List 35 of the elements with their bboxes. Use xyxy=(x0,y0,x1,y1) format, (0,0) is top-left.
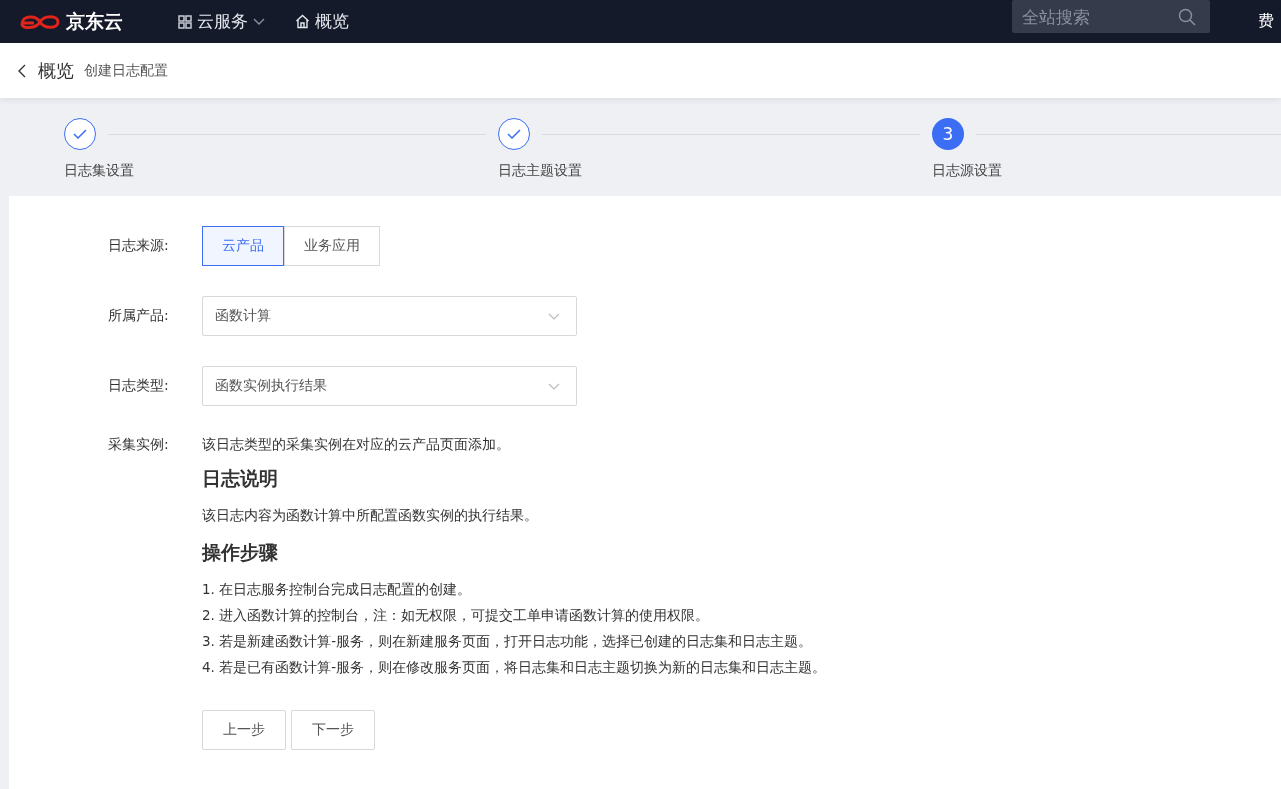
field-label: 日志类型: xyxy=(107,377,170,395)
source-option[interactable]: 业务应用 xyxy=(284,226,380,266)
paragraph: 1. 在日志服务控制台完成日志配置的创建。 xyxy=(202,580,473,599)
step-label: 日志主题设置 xyxy=(498,162,583,180)
field-label: 采集实例: xyxy=(107,436,170,454)
nav-item[interactable]: 云服务 xyxy=(178,10,265,33)
section-heading: 操作步骤 xyxy=(202,540,279,565)
source-option[interactable]: 云产品 xyxy=(202,226,284,266)
step-label: 日志集设置 xyxy=(64,162,135,180)
paragraph: 该日志内容为函数计算中所配置函数实例的执行结果。 xyxy=(202,506,539,525)
log-type-select[interactable]: 函数实例执行结果 xyxy=(202,366,577,406)
previous-button[interactable]: 上一步 xyxy=(202,710,286,750)
page-title: 创建日志配置 xyxy=(84,61,168,80)
step-number: 3 xyxy=(932,118,964,150)
search-icon xyxy=(1178,8,1196,26)
product-select[interactable]: 函数计算 xyxy=(202,296,577,336)
search-field[interactable]: 全站搜索 xyxy=(1012,0,1210,33)
section-heading: 日志说明 xyxy=(202,466,279,491)
chevron-down-icon xyxy=(548,382,560,390)
chevron-down-icon xyxy=(548,312,560,320)
field-label: 所属产品: xyxy=(107,307,170,325)
paragraph: 4. 若是已有函数计算-服务，则在修改服务页面，将日志集和日志主题切换为新的日志集和日志主题。 xyxy=(202,658,827,677)
instance-note: 该日志类型的采集实例在对应的云产品页面添加。 xyxy=(202,436,511,454)
home-icon xyxy=(295,14,310,29)
nav-item[interactable]: 概览 xyxy=(295,10,349,33)
logo-text[interactable]: 京东云 xyxy=(66,8,123,35)
step-label: 日志源设置 xyxy=(932,162,1003,180)
chevron-down-icon xyxy=(253,17,265,26)
next-button[interactable]: 下一步 xyxy=(291,710,375,750)
grid-icon xyxy=(178,14,192,29)
paragraph: 3. 若是新建函数计算-服务，则在新建服务页面，打开日志功能，选择已创建的日志集和日志主题。 xyxy=(202,632,814,651)
paragraph: 2. 进入函数计算的控制台，注：如无权限，可提交工单申请函数计算的使用权限。 xyxy=(202,606,711,625)
nav-link[interactable]: 费 xyxy=(1258,11,1281,32)
back-link[interactable]: 概览 xyxy=(38,58,74,83)
field-label: 日志来源: xyxy=(107,237,170,255)
